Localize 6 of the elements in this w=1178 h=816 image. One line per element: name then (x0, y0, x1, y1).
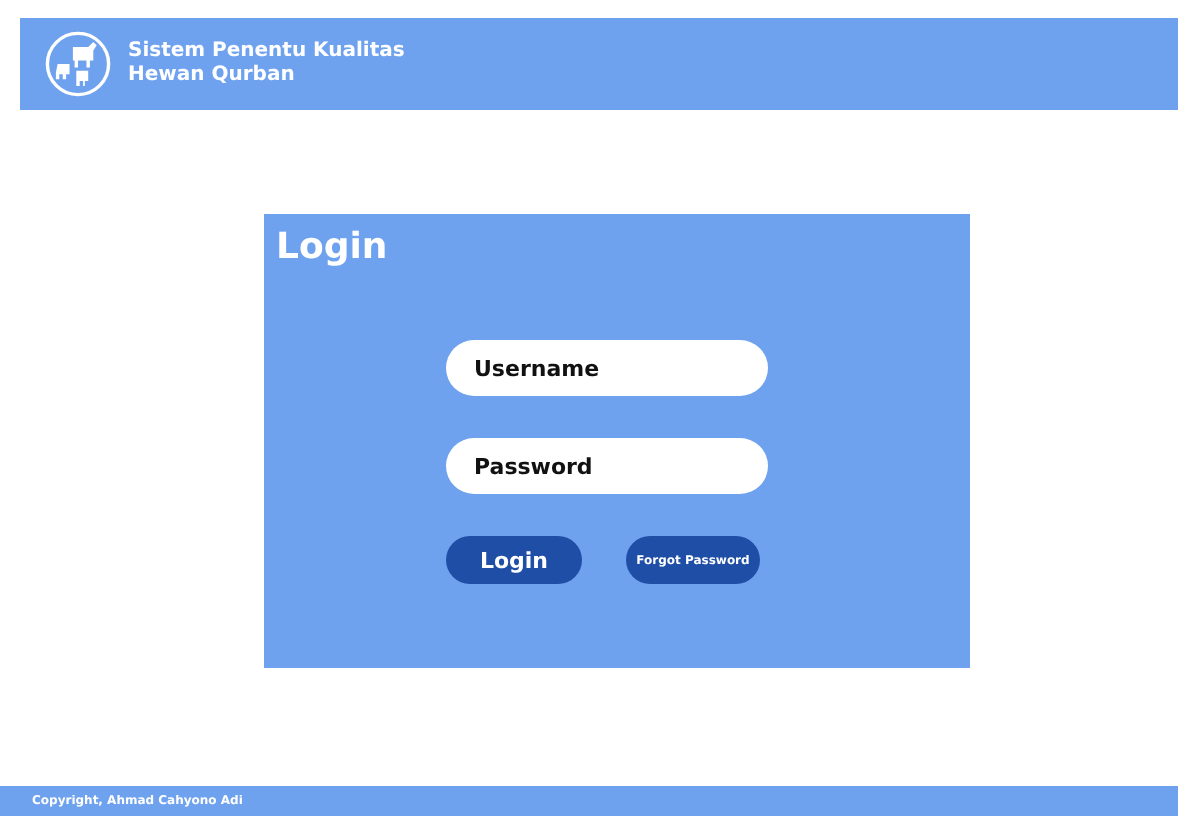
login-title: Login (276, 226, 390, 268)
password-field[interactable]: Password (446, 438, 768, 494)
login-button[interactable]: Login (446, 536, 582, 584)
username-field[interactable]: Username (446, 340, 768, 396)
app-title: Hewan Qurban (128, 64, 297, 88)
app-title: Sistem Penentu Kualitas (128, 40, 405, 64)
